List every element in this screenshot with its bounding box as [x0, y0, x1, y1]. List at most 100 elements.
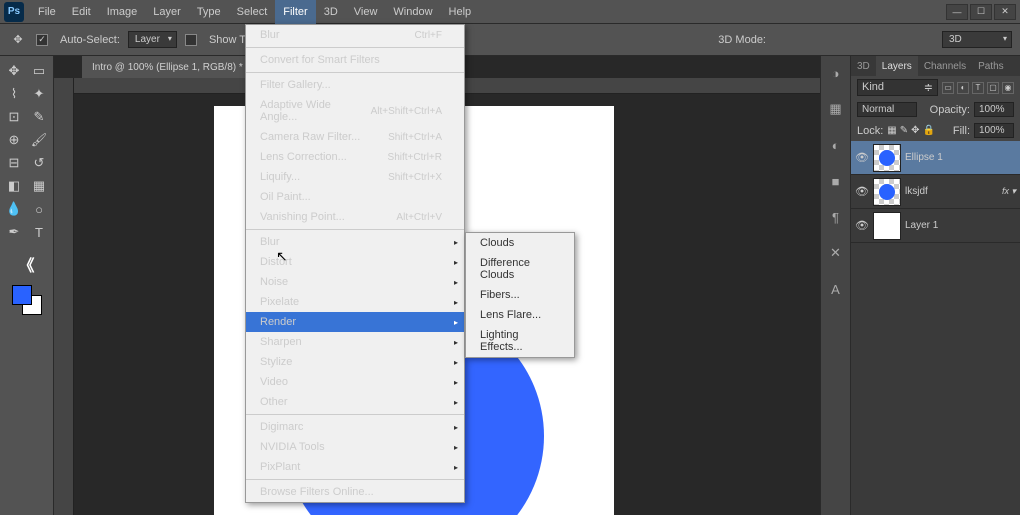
lasso-tool[interactable]: ⌇ — [2, 83, 26, 105]
layer-name-label[interactable]: Ellipse 1 — [905, 152, 943, 163]
filter-menu-convert-for-smart-filters[interactable]: Convert for Smart Filters — [246, 50, 464, 70]
brush-tool[interactable]: 🖌 — [27, 129, 51, 151]
ruler-vertical — [54, 78, 74, 515]
filter-menu-nvidia-tools[interactable]: NVIDIA Tools — [246, 437, 464, 457]
menu-3d[interactable]: 3D — [316, 0, 346, 24]
filter-menu-stylize[interactable]: Stylize — [246, 352, 464, 372]
eyedropper-tool[interactable]: ✎ — [27, 106, 51, 128]
layer-thumbnail[interactable] — [873, 144, 901, 172]
blend-mode-select[interactable]: Normal — [857, 102, 917, 117]
filter-menu-filter-gallery-[interactable]: Filter Gallery... — [246, 75, 464, 95]
render-lens-flare-[interactable]: Lens Flare... — [466, 305, 574, 325]
gradient-tool[interactable]: ▦ — [27, 175, 51, 197]
dodge-tool[interactable]: ○ — [27, 198, 51, 220]
menu-select[interactable]: Select — [229, 0, 276, 24]
auto-select-checkbox[interactable] — [36, 34, 48, 46]
layer-row[interactable]: 👁 Layer 1 — [851, 209, 1020, 243]
filter-menu-noise[interactable]: Noise — [246, 272, 464, 292]
filter-menu-blur[interactable]: BlurCtrl+F — [246, 25, 464, 45]
lock-buttons[interactable]: ▦✎✥🔒 — [887, 125, 935, 136]
layer-row[interactable]: 👁 Ellipse 1 — [851, 141, 1020, 175]
filter-menu-distort[interactable]: Distort — [246, 252, 464, 272]
paragraph-panel-icon[interactable]: ¶ — [825, 206, 847, 228]
color-panel-icon[interactable]: ◑ — [825, 62, 847, 84]
filter-menu-adaptive-wide-angle-[interactable]: Adaptive Wide Angle...Alt+Shift+Ctrl+A — [246, 95, 464, 127]
panel-tab-layers[interactable]: Layers — [876, 56, 918, 76]
menu-window[interactable]: Window — [385, 0, 440, 24]
lock-label: Lock: — [857, 125, 883, 137]
layer-name-label[interactable]: lksjdf — [905, 186, 928, 197]
move-tool[interactable]: ✥ — [2, 60, 26, 82]
filter-menu-vanishing-point-[interactable]: Vanishing Point...Alt+Ctrl+V — [246, 207, 464, 227]
opacity-input[interactable]: 100% — [974, 102, 1014, 117]
panel-tab-paths[interactable]: Paths — [972, 56, 1010, 76]
show-transform-checkbox[interactable] — [185, 34, 197, 46]
tools-panel-icon[interactable]: ✕ — [825, 242, 847, 264]
filter-menu-pixplant[interactable]: PixPlant — [246, 457, 464, 477]
visibility-icon[interactable]: 👁 — [855, 185, 869, 198]
adjustments-panel-icon[interactable]: ◐ — [825, 134, 847, 156]
layer-filter-icons[interactable]: ▭◐T▢◉ — [942, 82, 1014, 94]
menu-view[interactable]: View — [346, 0, 386, 24]
filter-menu-browse-filters-online-[interactable]: Browse Filters Online... — [246, 482, 464, 502]
filter-menu-pixelate[interactable]: Pixelate — [246, 292, 464, 312]
history-brush-tool[interactable]: ↺ — [27, 152, 51, 174]
foreground-color[interactable] — [12, 285, 32, 305]
move-tool-icon: ✥ — [8, 30, 28, 50]
filter-menu-video[interactable]: Video — [246, 372, 464, 392]
layer-filter-kind[interactable]: Kind ≑ — [857, 79, 938, 96]
filter-menu-other[interactable]: Other — [246, 392, 464, 412]
menu-edit[interactable]: Edit — [64, 0, 99, 24]
filter-menu-render[interactable]: Render — [246, 312, 464, 332]
visibility-icon[interactable]: 👁 — [855, 219, 869, 232]
panel-tab-channels[interactable]: Channels — [918, 56, 972, 76]
menu-help[interactable]: Help — [441, 0, 480, 24]
fx-badge[interactable]: fx ▾ — [1002, 186, 1016, 197]
blur-tool[interactable]: 💧 — [2, 198, 26, 220]
layers-panel: 3DLayersChannelsPaths Kind ≑ ▭◐T▢◉ Norma… — [851, 56, 1020, 515]
filter-menu-oil-paint-[interactable]: Oil Paint... — [246, 187, 464, 207]
rect-marquee-tool[interactable]: ▭ — [27, 60, 51, 82]
filter-menu-digimarc[interactable]: Digimarc — [246, 417, 464, 437]
eraser-tool[interactable]: ◧ — [2, 175, 26, 197]
layer-row[interactable]: 👁 lksjdf fx ▾ — [851, 175, 1020, 209]
panel-tab-3d[interactable]: 3D — [851, 56, 876, 76]
filter-menu-camera-raw-filter-[interactable]: Camera Raw Filter...Shift+Ctrl+A — [246, 127, 464, 147]
filter-menu-lens-correction-[interactable]: Lens Correction...Shift+Ctrl+R — [246, 147, 464, 167]
filter-menu-blur[interactable]: Blur — [246, 232, 464, 252]
menu-file[interactable]: File — [30, 0, 64, 24]
render-fibers-[interactable]: Fibers... — [466, 285, 574, 305]
menu-layer[interactable]: Layer — [145, 0, 189, 24]
document-tab[interactable]: Intro @ 100% (Ellipse 1, RGB/8) * — [82, 56, 268, 78]
render-difference-clouds[interactable]: Difference Clouds — [466, 253, 574, 285]
type-tool[interactable]: T — [27, 221, 51, 243]
opacity-label: Opacity: — [930, 104, 970, 116]
workspace-switcher[interactable]: 3D — [942, 31, 1012, 48]
pen-tool[interactable]: ✒ — [2, 221, 26, 243]
magic-wand-tool[interactable]: ✦ — [27, 83, 51, 105]
heal-tool[interactable]: ⊕ — [2, 129, 26, 151]
close-button[interactable]: ✕ — [994, 4, 1016, 20]
color-swatches[interactable] — [12, 285, 42, 315]
fill-input[interactable]: 100% — [974, 123, 1014, 138]
filter-menu-liquify-[interactable]: Liquify...Shift+Ctrl+X — [246, 167, 464, 187]
render-clouds[interactable]: Clouds — [466, 233, 574, 253]
stamp-tool[interactable]: ⊟ — [2, 152, 26, 174]
styles-panel-icon[interactable]: ■ — [825, 170, 847, 192]
menu-image[interactable]: Image — [99, 0, 146, 24]
layer-name-label[interactable]: Layer 1 — [905, 220, 938, 231]
menu-filter[interactable]: Filter — [275, 0, 315, 24]
layer-thumbnail[interactable] — [873, 178, 901, 206]
crop-tool[interactable]: ⊡ — [2, 106, 26, 128]
filter-menu-sharpen[interactable]: Sharpen — [246, 332, 464, 352]
options-bar: ✥ Auto-Select: Layer Show Tran 3D Mode: … — [0, 24, 1020, 56]
swatches-panel-icon[interactable]: ▦ — [825, 98, 847, 120]
character-panel-icon[interactable]: A — [825, 278, 847, 300]
menu-type[interactable]: Type — [189, 0, 229, 24]
maximize-button[interactable]: ☐ — [970, 4, 992, 20]
render-lighting-effects-[interactable]: Lighting Effects... — [466, 325, 574, 357]
visibility-icon[interactable]: 👁 — [855, 151, 869, 164]
auto-select-dropdown[interactable]: Layer — [128, 31, 177, 48]
layer-thumbnail[interactable] — [873, 212, 901, 240]
minimize-button[interactable]: — — [946, 4, 968, 20]
